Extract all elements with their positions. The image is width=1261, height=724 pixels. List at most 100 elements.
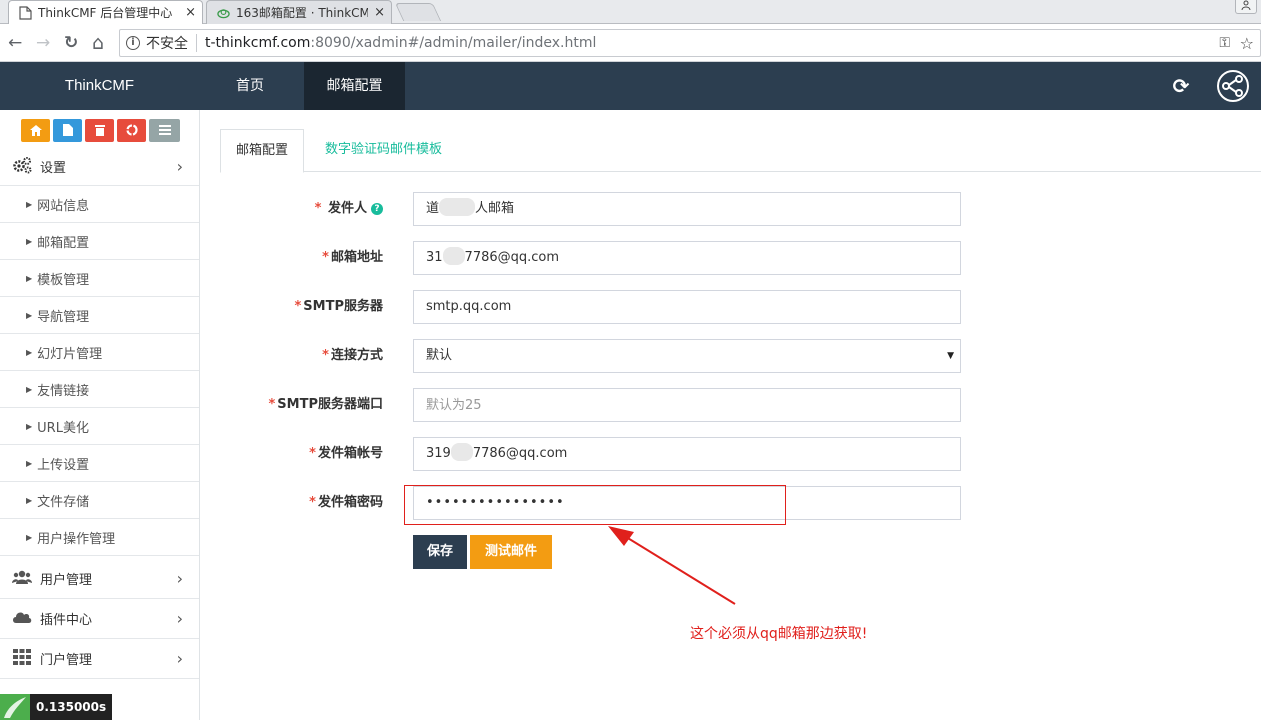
sidebar-subitem-url[interactable]: ▶ URL美化 [0, 408, 199, 445]
info-icon[interactable]: i [126, 36, 140, 50]
forward-icon[interactable]: → [36, 33, 50, 53]
form-row-smtp-server: * SMTP服务器 smtp.qq.com [200, 290, 1261, 324]
list-icon[interactable] [149, 119, 180, 142]
cloud-icon [12, 609, 32, 628]
chevron-right-icon: › [176, 609, 183, 628]
sidebar-item-label: 用户管理 [40, 573, 93, 588]
required-mark: * [294, 299, 302, 314]
timer-value: 0.135000s [30, 694, 113, 720]
file-icon[interactable] [53, 119, 82, 142]
home-icon[interactable]: ⌂ [92, 33, 104, 53]
label-text: 发件箱密码 [317, 495, 383, 510]
close-icon[interactable]: × [185, 5, 196, 20]
redaction [450, 443, 473, 461]
sidebar-subitem-label: 邮箱配置 [37, 235, 90, 251]
recycle-icon[interactable] [117, 119, 146, 142]
sidebar-subitem-mail-config[interactable]: ▶ 邮箱配置 [0, 223, 199, 260]
app-header: ThinkCMF 首页 邮箱配置 ⟳ [0, 62, 1261, 110]
nav-mail-config[interactable]: 邮箱配置 [304, 62, 405, 110]
thinkphp-logo-icon [0, 694, 30, 720]
sender-input[interactable]: 道 人邮箱 [413, 192, 961, 226]
required-mark: * [322, 250, 329, 265]
chevron-right-icon: › [176, 569, 183, 588]
sidebar-subitem-label: 文件存储 [37, 494, 90, 510]
back-icon[interactable]: ← [8, 33, 22, 53]
sidebar-item-label: 门户管理 [40, 653, 93, 668]
tab-mail-config[interactable]: 邮箱配置 [220, 129, 305, 173]
smtp-server-input[interactable]: smtp.qq.com [413, 290, 961, 324]
sidebar-subitem-slides[interactable]: ▶ 幻灯片管理 [0, 334, 199, 371]
sidebar-item-settings[interactable]: 设置 › [0, 148, 199, 186]
sidebar-item-plugins[interactable]: 插件中心 › [0, 599, 199, 639]
sidebar-subitem-template[interactable]: ▶ 模板管理 [0, 260, 199, 297]
debug-timer[interactable]: 0.135000s [0, 694, 113, 720]
nav-home[interactable]: 首页 [200, 62, 300, 110]
sidebar-item-label: 插件中心 [40, 613, 93, 628]
value-suffix: 7786@qq.com [464, 250, 560, 265]
insecure-label: 不安全 [146, 36, 188, 52]
sidebar-subitem-storage[interactable]: ▶ 文件存储 [0, 482, 199, 519]
caret-right-icon: ▶ [26, 273, 33, 283]
sidebar-subitem-site-info[interactable]: ▶ 网站信息 [0, 186, 199, 223]
value-suffix: 7786@qq.com [472, 446, 568, 461]
caret-right-icon: ▶ [26, 532, 33, 542]
home-icon[interactable] [21, 119, 50, 142]
sidebar-subitem-label: 幻灯片管理 [37, 346, 103, 362]
caret-right-icon: ▶ [26, 495, 33, 505]
form-row-connection: * 连接方式 默认 ▼ [200, 339, 1261, 373]
sidebar-subitem-navigation[interactable]: ▶ 导航管理 [0, 297, 199, 334]
users-icon [12, 569, 32, 589]
required-mark: * [314, 201, 322, 216]
chevron-down-icon: ▼ [947, 351, 954, 361]
address-bar[interactable]: i 不安全 t-thinkcmf.com:8090/xadmin#/admin/… [119, 29, 1261, 57]
annotation-note: 这个必须从qq邮箱那边获取! [690, 626, 868, 642]
browser-toolbar: ← → ↻ ⌂ i 不安全 t-thinkcmf.com:8090/xadmin… [0, 25, 1261, 62]
close-icon[interactable]: × [374, 5, 385, 20]
account-label: * 发件箱帐号 [309, 437, 383, 471]
sidebar-item-users[interactable]: 用户管理 › [0, 559, 199, 599]
sidebar-subitem-upload[interactable]: ▶ 上传设置 [0, 445, 199, 482]
password-label: * 发件箱密码 [309, 486, 383, 520]
chevron-right-icon: › [176, 649, 183, 668]
sidebar-subitem-links[interactable]: ▶ 友情链接 [0, 371, 199, 408]
form-row-account: * 发件箱帐号 319 7786@qq.com [200, 437, 1261, 471]
email-field[interactable]: 31 7786@qq.com [413, 241, 961, 275]
browser-tab-thinkcmf[interactable]: ThinkCMF 后台管理中心 × [8, 0, 203, 24]
form-row-email: * 邮箱地址 31 7786@qq.com [200, 241, 1261, 275]
brand-logo[interactable]: ThinkCMF [0, 62, 199, 110]
star-icon[interactable]: ☆ [1240, 34, 1254, 53]
smtp-port-input[interactable] [413, 388, 961, 422]
refresh-icon[interactable]: ⟳ [1170, 75, 1192, 97]
sidebar-item-portal[interactable]: 门户管理 › [0, 639, 199, 679]
browser-tab-163[interactable]: 163邮箱配置 · ThinkCMF × [206, 0, 392, 24]
account-input[interactable]: 319 7786@qq.com [413, 437, 961, 471]
sidebar-subitem-user-log[interactable]: ▶ 用户操作管理 [0, 519, 199, 556]
smtp-port-label: * SMTP服务器端口 [268, 388, 383, 422]
label-text: SMTP服务器 [303, 299, 383, 314]
test-mail-button[interactable]: 测试邮件 [470, 535, 552, 569]
caret-right-icon: ▶ [26, 310, 33, 320]
save-button[interactable]: 保存 [413, 535, 467, 569]
caret-right-icon: ▶ [26, 458, 33, 468]
tab-code-template[interactable]: 数字验证码邮件模板 [310, 129, 457, 172]
required-mark: * [268, 397, 276, 412]
divider [196, 34, 197, 52]
person-glyph-icon [1241, 0, 1251, 11]
key-icon[interactable]: ⚿ [1219, 35, 1230, 51]
grid-icon [12, 648, 32, 669]
label-text: 连接方式 [330, 348, 383, 363]
avatar[interactable] [1217, 70, 1249, 102]
label-text: 发件人 [327, 201, 367, 216]
selected-value: 默认 [426, 348, 453, 363]
caret-right-icon: ▶ [26, 236, 33, 246]
connection-select[interactable]: 默认 ▼ [413, 339, 961, 373]
trash-icon[interactable] [85, 119, 114, 142]
help-icon[interactable]: ? [371, 203, 383, 215]
gears-icon [12, 156, 32, 178]
person-icon[interactable] [1235, 0, 1257, 14]
caret-right-icon: ▶ [26, 199, 33, 209]
value-prefix: 道 [426, 201, 440, 216]
sidebar: 设置 › ▶ 网站信息 ▶ 邮箱配置 ▶ 模板管理 ▶ 导航管理 ▶ 幻灯片管理 ▶ 友情链接 ▶ URL… [0, 110, 200, 720]
reload-icon[interactable]: ↻ [64, 33, 78, 53]
new-tab-button[interactable] [394, 3, 442, 21]
